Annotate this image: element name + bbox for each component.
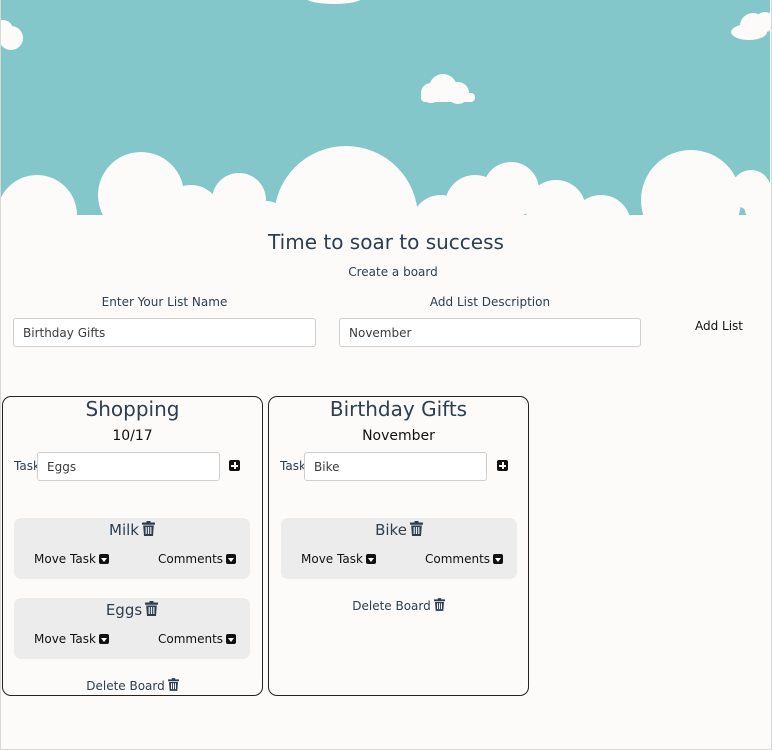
comments-dropdown[interactable]: Comments bbox=[158, 552, 237, 566]
task-name: Eggs bbox=[105, 601, 143, 619]
comments-label: Comments bbox=[425, 552, 491, 566]
add-task-plus-icon[interactable] bbox=[229, 460, 240, 471]
list-name-label: Enter Your List Name bbox=[101, 295, 228, 309]
comments-label: Comments bbox=[158, 552, 224, 566]
add-task-plus-icon[interactable] bbox=[497, 460, 508, 471]
board-card: Shopping 10/17 Task Milk Move Task Comme… bbox=[2, 396, 263, 696]
move-task-dropdown[interactable]: Move Task bbox=[301, 552, 376, 566]
trash-icon[interactable] bbox=[409, 521, 423, 536]
comments-dropdown[interactable]: Comments bbox=[425, 552, 504, 566]
task-input[interactable] bbox=[304, 452, 487, 481]
caret-down-icon bbox=[226, 554, 237, 564]
board-description: 10/17 bbox=[112, 428, 153, 444]
task-title-row: Bike bbox=[281, 521, 517, 539]
caret-down-icon bbox=[98, 554, 109, 564]
trash-icon bbox=[167, 678, 179, 691]
add-list-button[interactable]: Add List bbox=[690, 318, 748, 334]
task-card: Milk Move Task Comments bbox=[14, 518, 250, 579]
caret-down-icon bbox=[226, 634, 237, 644]
board-description: November bbox=[362, 428, 435, 444]
board-title: Birthday Gifts bbox=[329, 397, 468, 421]
task-input[interactable] bbox=[37, 452, 220, 481]
move-task-label: Move Task bbox=[34, 632, 96, 646]
trash-icon[interactable] bbox=[145, 601, 159, 616]
cloud-illustration bbox=[1, 0, 770, 230]
sky-banner bbox=[1, 0, 770, 230]
task-title-row: Eggs bbox=[14, 601, 250, 619]
board-title: Shopping bbox=[85, 397, 180, 421]
move-task-label: Move Task bbox=[34, 552, 96, 566]
task-name: Milk bbox=[109, 521, 139, 539]
delete-board-label: Delete Board bbox=[86, 679, 165, 693]
delete-board-button[interactable]: Delete Board bbox=[3, 678, 262, 693]
task-title-row: Milk bbox=[14, 521, 250, 539]
trash-icon[interactable] bbox=[141, 521, 155, 536]
board-card: Birthday Gifts November Task Bike Move T… bbox=[268, 396, 529, 696]
task-card: Eggs Move Task Comments bbox=[14, 598, 250, 659]
trash-icon bbox=[433, 598, 445, 611]
caret-down-icon bbox=[98, 634, 109, 644]
task-name: Bike bbox=[375, 521, 407, 539]
list-description-input[interactable] bbox=[339, 318, 641, 347]
list-description-label: Add List Description bbox=[429, 295, 551, 309]
move-task-dropdown[interactable]: Move Task bbox=[34, 552, 109, 566]
list-name-input[interactable] bbox=[13, 318, 316, 347]
caret-down-icon bbox=[493, 554, 504, 564]
task-input-label: Task bbox=[280, 459, 306, 473]
move-task-label: Move Task bbox=[301, 552, 363, 566]
delete-board-button[interactable]: Delete Board bbox=[269, 598, 528, 613]
comments-label: Comments bbox=[158, 632, 224, 646]
task-card: Bike Move Task Comments bbox=[281, 518, 517, 579]
move-task-dropdown[interactable]: Move Task bbox=[34, 632, 109, 646]
caret-down-icon bbox=[365, 554, 376, 564]
delete-board-label: Delete Board bbox=[352, 599, 431, 613]
page-title: Time to soar to success bbox=[268, 230, 504, 254]
page-subtitle: Create a board bbox=[348, 265, 438, 279]
comments-dropdown[interactable]: Comments bbox=[158, 632, 237, 646]
